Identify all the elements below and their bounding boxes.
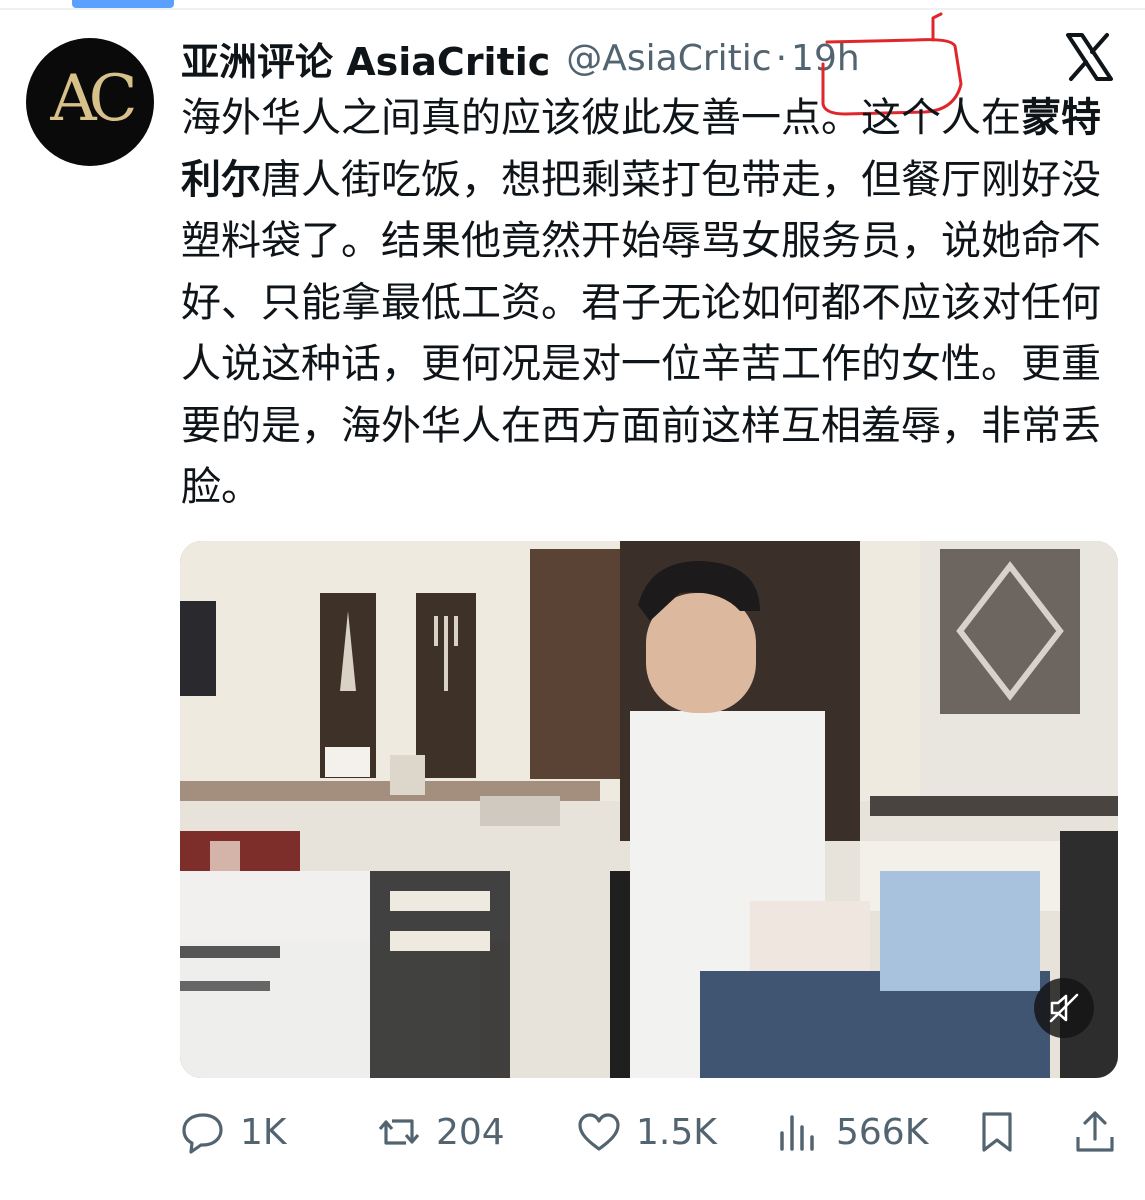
tweet-header: 亚洲评论 AsiaCritic @AsiaCritic · 19h [181,30,860,86]
tweet-text-part2: 唐人街吃饭，想把剩菜打包带走，但餐厅刚好没塑料袋了。结果他竟然开始辱骂女服务员，… [181,156,1101,511]
mute-toggle-button[interactable] [1034,978,1094,1038]
separator-dot: · [775,37,788,79]
repost-count: 204 [436,1111,505,1153]
reply-count: 1K [240,1111,287,1153]
heart-icon [578,1113,620,1151]
avatar[interactable]: AC [26,38,154,166]
share-button[interactable] [1072,1104,1118,1160]
like-button[interactable]: 1.5K [576,1104,717,1160]
view-count: 566K [836,1111,929,1153]
avatar-logo-text: AC [50,62,137,136]
video-frame [180,541,1118,1078]
bookmark-icon [982,1112,1012,1152]
views-button[interactable]: 566K [776,1104,928,1160]
repost-button[interactable]: 204 [376,1104,505,1160]
speaker-muted-icon [1049,993,1079,1023]
like-count: 1.5K [636,1111,717,1153]
share-icon [1076,1111,1114,1152]
tweet-video[interactable] [180,541,1118,1078]
reply-button[interactable]: 1K [180,1104,287,1160]
reply-icon [182,1113,223,1154]
views-chart-icon [780,1115,814,1151]
bookmark-button[interactable] [974,1104,1020,1160]
tweet-actions: 1K 204 1.5K 566K [180,1104,1120,1160]
scroll-indicator [72,0,174,8]
tweet-text-part1: 海外华人之间真的应该彼此友善一点。这个人在 [181,95,1021,141]
x-logo-icon[interactable] [1064,32,1114,82]
divider [0,8,1145,10]
tweet-timestamp[interactable]: 19h [791,38,860,79]
author-display-name[interactable]: 亚洲评论 AsiaCritic [181,31,550,86]
repost-icon [378,1119,420,1145]
author-handle[interactable]: @AsiaCritic [566,38,771,79]
tweet-text: 海外华人之间真的应该彼此友善一点。这个人在蒙特利尔唐人街吃饭，想把剩菜打包带走，… [181,88,1111,519]
